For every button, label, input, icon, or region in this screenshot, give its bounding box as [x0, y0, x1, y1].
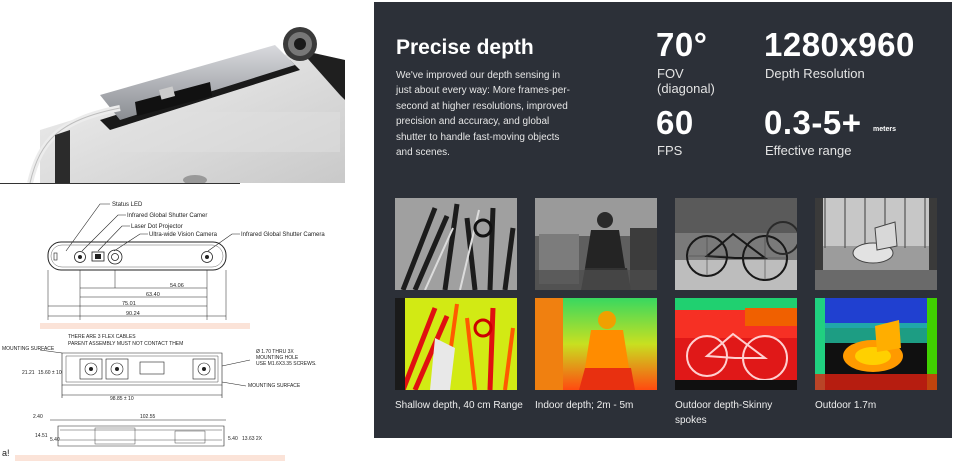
- divider: [0, 183, 240, 184]
- label-offset-left: 2.40: [33, 414, 43, 420]
- depth-outdoor-bikes: [675, 298, 797, 390]
- stat-fov-label-2: (diagonal): [657, 81, 715, 96]
- photo-outdoor-chair-gray: [815, 198, 937, 290]
- sensor-on-tablet-image: [27, 27, 345, 183]
- stat-range-value: 0.3-5+: [764, 104, 862, 141]
- stat-range-label: Effective range: [765, 143, 852, 158]
- photo-indoor-gray: [535, 198, 657, 290]
- photo-shallow-gray: [395, 198, 517, 290]
- label-parent-assembly: PARENT ASSEMBLY MUST NOT CONTACT THEM: [68, 341, 183, 347]
- callout-infrared-left: Infrared Global Shutter Camer: [127, 213, 207, 219]
- panel-title: Precise depth: [396, 36, 534, 59]
- dim-front-1: 63.40: [146, 292, 160, 298]
- dim-front-3: 90.24: [126, 311, 140, 317]
- depth-shallow: [395, 298, 517, 390]
- caption-outdoor-bikes: Outdoor depth-Skinny spokes: [675, 400, 773, 426]
- callout-status-led: Status LED: [112, 202, 143, 208]
- label-bottom-width: 102.55: [140, 414, 156, 420]
- stat-fov-label-1: FOV: [657, 66, 684, 81]
- label-flex-cables: THERE ARE 3 FLEX CABLES: [68, 334, 136, 340]
- label-width-total: 98.85 ± 10: [110, 396, 134, 402]
- label-h2: 5.40: [50, 437, 60, 443]
- label-height-b: 15.60 ± 10: [38, 370, 62, 376]
- caption-outdoor-chair: Outdoor 1.7m: [815, 400, 877, 411]
- pink-band-top: [40, 323, 250, 329]
- photo-outdoor-bikes-gray: [675, 198, 797, 290]
- callout-infrared-right: Infrared Global Shutter Camera: [241, 232, 325, 238]
- stray-text: a!: [2, 448, 10, 458]
- label-h1: 14.51: [35, 433, 48, 439]
- dim-front-0: 54.06: [170, 283, 184, 289]
- stat-range-unit: meters: [873, 126, 896, 133]
- dim-front-2: 75.01: [122, 301, 136, 307]
- label-h4: 13.63 2X: [242, 436, 263, 442]
- product-photo: [0, 0, 350, 183]
- pink-band-bottom: [15, 455, 285, 461]
- caption-shallow: Shallow depth, 40 cm Range: [395, 400, 523, 411]
- stat-resolution-value: 1280x960: [764, 26, 915, 63]
- stat-resolution-label: Depth Resolution: [765, 66, 865, 81]
- label-height-a: 21.21: [22, 370, 35, 376]
- panel-description: We've improved our depth sensing in just…: [396, 70, 570, 159]
- caption-indoor: Indoor depth; 2m - 5m: [535, 400, 634, 411]
- depth-outdoor-chair: [815, 298, 937, 390]
- stat-fov-value: 70°: [656, 26, 708, 63]
- label-h3: 5.40: [228, 436, 238, 442]
- callout-laser-projector: Laser Dot Projector: [131, 224, 183, 230]
- depth-indoor: [535, 298, 657, 390]
- label-mounting-surface-right: MOUNTING SURFACE: [248, 383, 301, 389]
- stat-fps-value: 60: [656, 104, 694, 141]
- stat-fps-label: FPS: [657, 143, 683, 158]
- callout-ultra-wide: Ultra-wide Vision Camera: [149, 232, 218, 238]
- precise-depth-panel: Precise depth We've improved our depth s…: [374, 2, 952, 438]
- label-screws: USE M1.6X3.35 SCREWS.: [256, 361, 317, 367]
